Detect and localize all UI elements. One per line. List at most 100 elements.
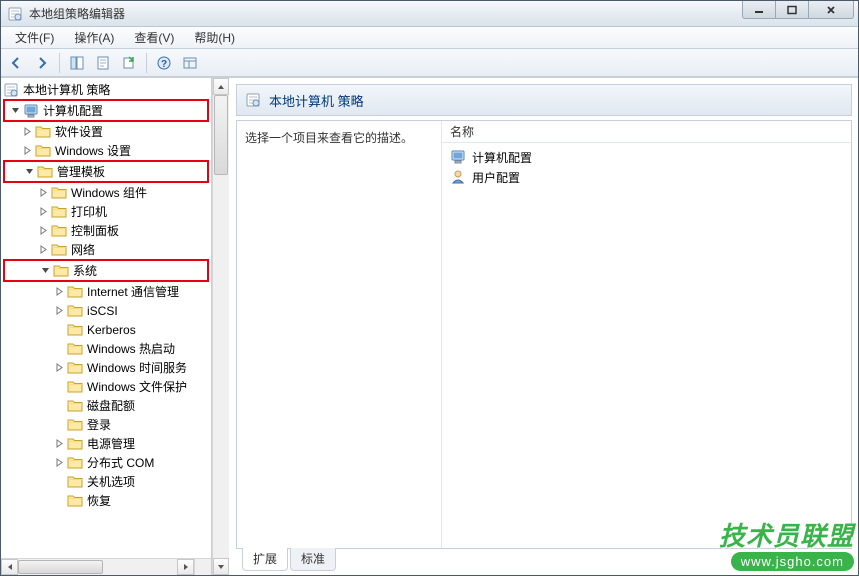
tab-standard[interactable]: 标准 <box>290 548 336 571</box>
expand-icon[interactable] <box>37 206 49 218</box>
folder-icon <box>67 436 83 452</box>
column-header-name[interactable]: 名称 <box>442 121 851 143</box>
folder-icon <box>51 204 67 220</box>
tree-item-windows-settings[interactable]: Windows 设置 <box>1 141 211 160</box>
tree-item-internet-comm[interactable]: Internet 通信管理 <box>1 282 211 301</box>
tree-label: 登录 <box>87 416 111 433</box>
tree-item-software-settings[interactable]: 软件设置 <box>1 122 211 141</box>
tab-extended[interactable]: 扩展 <box>242 548 288 571</box>
expand-icon[interactable] <box>37 244 49 256</box>
vertical-scrollbar[interactable] <box>212 78 229 575</box>
blank-icon <box>53 419 65 431</box>
tree-item-windows-fileprotect[interactable]: Windows 文件保护 <box>1 377 211 396</box>
tree-label: Kerberos <box>87 323 136 337</box>
scroll-down-button[interactable] <box>213 558 229 575</box>
tree-label: 软件设置 <box>55 123 103 140</box>
list-item[interactable]: 计算机配置 <box>442 147 851 167</box>
expand-icon[interactable] <box>37 225 49 237</box>
left-pane: 本地计算机 策略 计算机配置 软件设置 <box>1 78 229 575</box>
tree-label: 管理模板 <box>57 163 105 180</box>
expand-icon[interactable] <box>53 362 65 374</box>
folder-icon <box>67 341 83 357</box>
list-item[interactable]: 用户配置 <box>442 167 851 187</box>
tree-item-windows-components[interactable]: Windows 组件 <box>1 183 211 202</box>
horizontal-scrollbar[interactable] <box>1 558 211 575</box>
show-hide-tree-button[interactable] <box>65 51 89 75</box>
folder-icon <box>67 474 83 490</box>
menu-help[interactable]: 帮助(H) <box>184 27 245 48</box>
expand-icon[interactable] <box>21 126 33 138</box>
scroll-left-button[interactable] <box>1 559 18 575</box>
titlebar: 本地组策略编辑器 <box>1 1 858 27</box>
tree-item-computer-config[interactable]: 计算机配置 <box>5 101 207 120</box>
window: 本地组策略编辑器 文件(F) 操作(A) 查看(V) 帮助(H) ? <box>0 0 859 576</box>
scroll-up-button[interactable] <box>213 78 229 95</box>
tree-item-kerberos[interactable]: Kerberos <box>1 320 211 339</box>
tree-label: Windows 时间服务 <box>87 359 187 376</box>
blank-icon <box>53 476 65 488</box>
properties-button[interactable] <box>91 51 115 75</box>
frame-button[interactable] <box>178 51 202 75</box>
tree-item-windows-hotstart[interactable]: Windows 热启动 <box>1 339 211 358</box>
tree-item-recovery[interactable]: 恢复 <box>1 491 211 510</box>
tree-item-dcom[interactable]: 分布式 COM <box>1 453 211 472</box>
expand-icon[interactable] <box>53 438 65 450</box>
tree-item-windows-time[interactable]: Windows 时间服务 <box>1 358 211 377</box>
tree-item-printers[interactable]: 打印机 <box>1 202 211 221</box>
expand-icon[interactable] <box>53 305 65 317</box>
menu-action[interactable]: 操作(A) <box>64 27 124 48</box>
scroll-thumb[interactable] <box>18 560 103 574</box>
tree-label: Windows 热启动 <box>87 340 175 357</box>
scroll-right-button[interactable] <box>177 559 194 575</box>
menu-file[interactable]: 文件(F) <box>5 27 64 48</box>
collapse-icon[interactable] <box>9 105 21 117</box>
tree-item-admin-templates[interactable]: 管理模板 <box>5 162 207 181</box>
collapse-icon[interactable] <box>39 265 51 277</box>
blank-icon <box>53 381 65 393</box>
tree-item-network[interactable]: 网络 <box>1 240 211 259</box>
blank-icon <box>53 324 65 336</box>
description-column: 选择一个项目来查看它的描述。 <box>237 121 442 548</box>
tree-label: 分布式 COM <box>87 454 154 471</box>
content-header: 本地计算机 策略 <box>236 84 852 116</box>
folder-icon <box>51 223 67 239</box>
tree-item-power[interactable]: 电源管理 <box>1 434 211 453</box>
export-button[interactable] <box>117 51 141 75</box>
tree-item-system[interactable]: 系统 <box>5 261 207 280</box>
content-body: 选择一个项目来查看它的描述。 名称 计算机配置 用户配置 <box>236 120 852 549</box>
folder-icon <box>37 164 53 180</box>
minimize-button[interactable] <box>742 1 776 19</box>
tree-item-shutdown[interactable]: 关机选项 <box>1 472 211 491</box>
description-text: 选择一个项目来查看它的描述。 <box>245 131 413 145</box>
expand-icon[interactable] <box>37 187 49 199</box>
collapse-icon[interactable] <box>23 166 35 178</box>
expand-icon[interactable] <box>53 286 65 298</box>
tree-view[interactable]: 本地计算机 策略 计算机配置 软件设置 <box>1 78 211 558</box>
folder-icon <box>35 124 51 140</box>
tree-label: iSCSI <box>87 304 118 318</box>
expand-icon[interactable] <box>53 457 65 469</box>
policy-icon <box>245 92 261 108</box>
tab-strip: 扩展 标准 <box>236 549 852 571</box>
scroll-thumb[interactable] <box>214 95 228 175</box>
tree-item-control-panel[interactable]: 控制面板 <box>1 221 211 240</box>
help-button[interactable]: ? <box>152 51 176 75</box>
tree-label: 磁盘配额 <box>87 397 135 414</box>
expand-icon[interactable] <box>21 145 33 157</box>
folder-icon <box>67 322 83 338</box>
back-button[interactable] <box>4 51 28 75</box>
maximize-button[interactable] <box>775 1 809 19</box>
close-button[interactable] <box>808 1 854 19</box>
tree-item-iscsi[interactable]: iSCSI <box>1 301 211 320</box>
window-title: 本地组策略编辑器 <box>29 5 125 22</box>
app-icon <box>7 6 23 22</box>
folder-icon <box>67 417 83 433</box>
tree-item-disk-quota[interactable]: 磁盘配额 <box>1 396 211 415</box>
blank-icon <box>53 343 65 355</box>
menu-view[interactable]: 查看(V) <box>124 27 184 48</box>
forward-button[interactable] <box>30 51 54 75</box>
user-icon <box>450 169 466 185</box>
list-item-label: 计算机配置 <box>472 149 532 166</box>
tree-item-logon[interactable]: 登录 <box>1 415 211 434</box>
tree-root-item[interactable]: 本地计算机 策略 <box>1 80 211 99</box>
